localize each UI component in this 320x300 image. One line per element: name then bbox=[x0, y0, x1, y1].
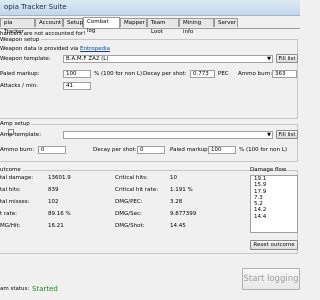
amp-pct-note: % (100 for non L) bbox=[239, 147, 287, 153]
amp-setup-group bbox=[0, 124, 298, 162]
stat-value: 839 bbox=[48, 187, 59, 193]
amp-ammo-input[interactable]: 0 bbox=[38, 146, 66, 154]
window-title: opia Tracker Suite bbox=[4, 3, 67, 11]
tab-combat-log[interactable]: Combat log bbox=[83, 17, 120, 34]
weapon-attacks-input[interactable]: 41 bbox=[63, 82, 91, 90]
weapon-ammo-input[interactable]: 363 bbox=[272, 70, 297, 78]
stat-label: tal hits: bbox=[0, 187, 21, 193]
tab-setup[interactable]: Setup bbox=[63, 18, 83, 27]
stat-value: 89.16 % bbox=[48, 211, 71, 217]
weapon-paid-markup-label: Paied markup: bbox=[0, 71, 40, 77]
tab-mining-info[interactable]: Mining info bbox=[179, 18, 214, 35]
start-logging-button[interactable]: Start logging bbox=[242, 268, 300, 290]
stat-value: 9.877399 bbox=[170, 211, 197, 217]
damage-flow-list[interactable]: 19.1 15.9 17.9 7.3 5.2 14.2 14.4 bbox=[250, 175, 298, 233]
stat-label: DMG/Shot: bbox=[115, 223, 145, 229]
tab-server[interactable]: Server bbox=[214, 18, 238, 27]
weapon-template-label: Weapon template: bbox=[0, 56, 51, 62]
status-label: am status: bbox=[0, 286, 30, 292]
weapon-paid-markup-input[interactable]: 100 bbox=[63, 70, 91, 78]
amp-template-label: Amp template: bbox=[0, 132, 42, 138]
stat-label: tal damage: bbox=[0, 175, 34, 181]
stat-label: MG/Hit: bbox=[0, 223, 21, 229]
weapon-template-select[interactable]: B.A.M.F ZA2 (L) ▼ bbox=[63, 55, 273, 63]
stat-label: DMG/PEC: bbox=[115, 199, 143, 205]
weapon-ammo-label: Ammo burn: bbox=[238, 71, 273, 77]
stat-label: t rate: bbox=[0, 211, 17, 217]
stat-label: Critical hit rate: bbox=[115, 187, 158, 193]
stat-value: 16.21 bbox=[48, 223, 64, 229]
weapon-pec-label: PEC bbox=[218, 71, 229, 77]
tab-mapper[interactable]: Mapper bbox=[120, 18, 147, 27]
tab-team-loot[interactable]: Team Loot bbox=[147, 18, 179, 35]
chevron-down-icon: ▼ bbox=[267, 56, 271, 62]
weapon-attacks-label: Attacks / min: bbox=[0, 83, 38, 89]
stat-label: tal misses: bbox=[0, 199, 30, 205]
tab-account[interactable]: Account bbox=[35, 18, 63, 27]
weapon-decay-label: Decay per shot: bbox=[143, 71, 187, 77]
stat-value: 3.28 bbox=[170, 199, 183, 205]
entropedia-link[interactable]: Entropedia bbox=[80, 46, 110, 52]
stat-value: 10 bbox=[170, 175, 177, 181]
amp-template-select[interactable]: ▼ bbox=[63, 131, 273, 139]
amp-paid-markup-input[interactable]: 100 bbox=[208, 146, 236, 154]
amp-decay-input[interactable]: 0 bbox=[137, 146, 165, 154]
amp-paid-markup-label: Paied markup: bbox=[170, 147, 210, 153]
stat-value: 102 bbox=[48, 199, 59, 205]
weapon-decay-input[interactable]: 0.773 bbox=[190, 70, 215, 78]
stat-value: 14.45 bbox=[170, 223, 186, 229]
tab-bar: pia Tracker Account Setup Combat log Map… bbox=[0, 17, 300, 35]
tab-tracker[interactable]: pia Tracker bbox=[0, 18, 35, 35]
stat-label: DMG/Sec: bbox=[115, 211, 142, 217]
weapon-provided-text: Weapon data is provided via Entropedia bbox=[0, 46, 110, 52]
stat-label: Critical hits: bbox=[115, 175, 148, 181]
amp-decay-label: Decay per shot: bbox=[93, 147, 137, 153]
list-item: 14.4 bbox=[254, 213, 267, 220]
window-titlebar: opia Tracker Suite bbox=[0, 0, 300, 16]
weapon-fill-list-button[interactable]: Fill list bbox=[276, 54, 298, 63]
weapon-pct-note: % (100 for non L) bbox=[94, 71, 142, 77]
stat-value: 13601.9 bbox=[48, 175, 71, 181]
outcome-label: utcome bbox=[0, 167, 23, 173]
status-value: Started bbox=[32, 285, 58, 293]
damage-flow-label: Damage flow bbox=[250, 167, 287, 173]
amp-setup-label: Amp setup bbox=[0, 121, 32, 127]
reset-outcome-button[interactable]: Reset outcome bbox=[250, 240, 298, 250]
weapon-setup-label: Weapon setup bbox=[0, 37, 42, 43]
chevron-down-icon: ▼ bbox=[267, 132, 271, 138]
stat-value: 1.191 % bbox=[170, 187, 193, 193]
amp-fill-list-button[interactable]: Fill list bbox=[276, 130, 298, 139]
amp-ammo-label: Ammo burn: bbox=[0, 147, 35, 153]
